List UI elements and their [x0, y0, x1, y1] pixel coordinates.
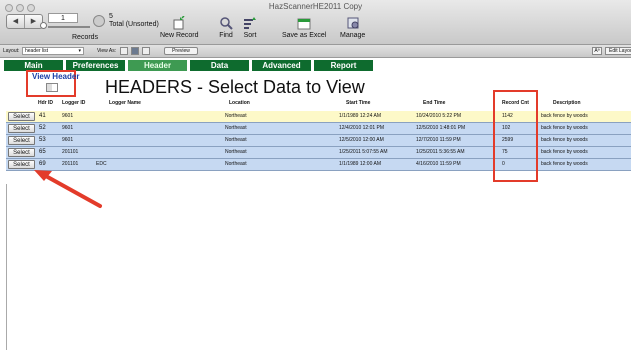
annotation-arrow-icon — [34, 170, 102, 208]
